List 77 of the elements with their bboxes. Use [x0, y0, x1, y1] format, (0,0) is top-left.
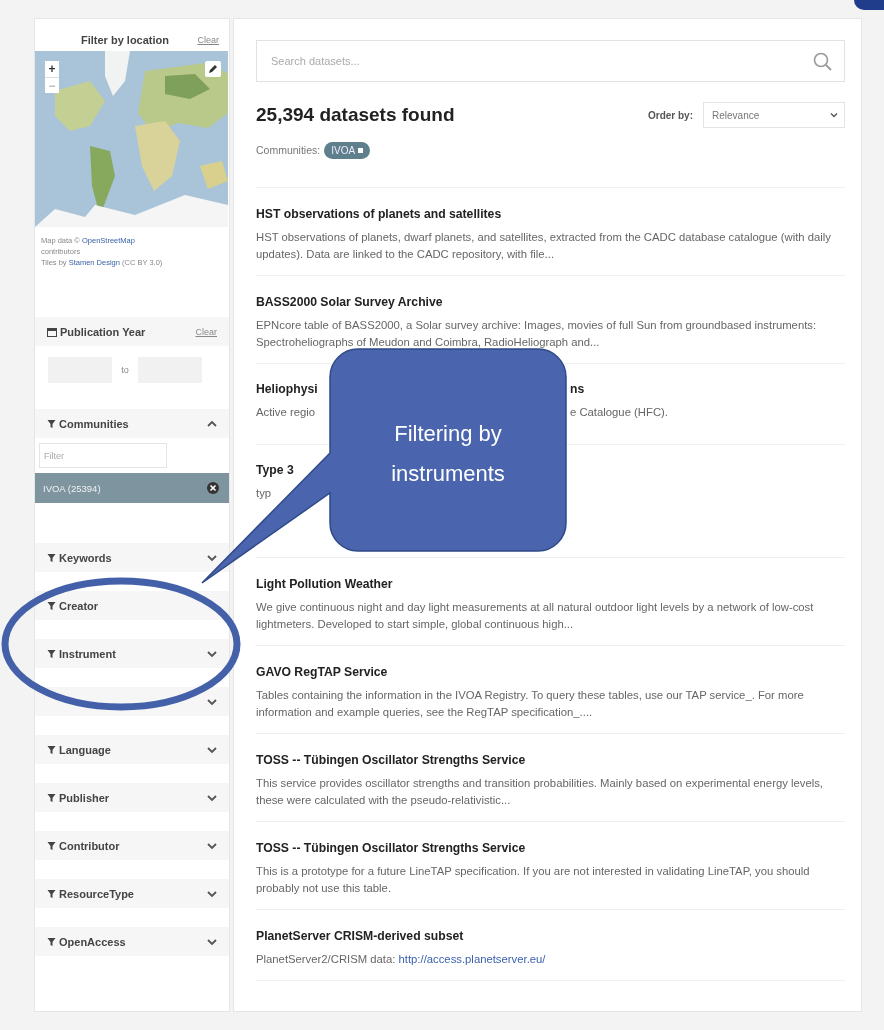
chevron-down-icon[interactable]	[207, 745, 217, 754]
result-description: This service provides oscillator strengths and transition probabilities. Mainly based on experimental energy levels, these were calculated with the pseudo-relativistic...	[256, 776, 824, 808]
chevron-down-icon[interactable]	[207, 889, 217, 898]
result-title[interactable]: PlanetServer CRISM-derived subset	[256, 927, 464, 945]
facet-title: Contributor	[59, 839, 120, 852]
result-title[interactable]: ns	[570, 380, 585, 398]
facet-header[interactable]: Publisher	[35, 783, 229, 812]
facet-title: Language	[59, 743, 111, 756]
funnel-icon	[47, 936, 56, 947]
draw-button[interactable]	[205, 61, 221, 77]
clear-link[interactable]: Clear	[197, 35, 219, 45]
clear-link[interactable]: Clear	[195, 326, 217, 337]
chevron-down-icon	[830, 112, 838, 118]
result-description: PlanetServer2/CRISM data: http://access.planetserver.eu/	[256, 952, 547, 967]
facet-title: Communities	[59, 417, 129, 430]
funnel-icon	[47, 648, 56, 659]
result-description: e Catalogue (HFC).	[570, 405, 668, 420]
result-title[interactable]: HST observations of planets and satellites	[256, 205, 502, 223]
facet-title: Instrument	[59, 647, 116, 660]
result-title[interactable]: Heliophysi	[256, 380, 318, 398]
facet-title: Keywords	[59, 551, 112, 564]
facet-header[interactable]: Communities	[35, 409, 229, 438]
section-title: Publication Year	[60, 325, 146, 338]
funnel-icon	[47, 600, 56, 611]
corner-shape	[854, 0, 884, 10]
chevron-up-icon[interactable]	[207, 419, 217, 428]
filter-chip[interactable]: IVOA	[324, 141, 371, 159]
facet-header[interactable]: Creator	[35, 591, 229, 620]
result-title[interactable]: TOSS -- Tübingen Oscillator Strengths Service	[256, 839, 526, 857]
search-field[interactable]: Search datasets...	[256, 40, 845, 82]
facet-header[interactable]: Contributor	[35, 831, 229, 860]
order-label: Order by:	[648, 109, 693, 121]
facet-header[interactable]: Language	[35, 735, 229, 764]
search-icon[interactable]	[813, 52, 832, 71]
funnel-icon	[47, 744, 56, 755]
result-description: typ	[256, 486, 272, 501]
range-separator: to	[120, 364, 130, 375]
funnel-icon	[47, 552, 56, 563]
result-link[interactable]: http://access.planetserver.eu/	[398, 953, 546, 965]
order-select[interactable]: Relevance	[703, 102, 845, 128]
facet-header[interactable]: Instrument	[35, 639, 229, 668]
result-title[interactable]: TOSS -- Tübingen Oscillator Strengths Service	[256, 751, 526, 769]
chevron-down-icon[interactable]	[207, 937, 217, 946]
result-title[interactable]: GAVO RegTAP Service	[256, 663, 388, 681]
result-title[interactable]: Type 3	[256, 461, 294, 479]
chevron-down-icon[interactable]	[207, 793, 217, 802]
pencil-icon	[208, 64, 218, 74]
funnel-icon	[47, 792, 56, 803]
result-title[interactable]: BASS2000 Solar Survey Archive	[256, 293, 443, 311]
result-description: HST observations of planets, dwarf planets, and satellites, extracted from the CADC database catalogue (with daily updates). Data are linked to the CADC repository, with file...	[256, 230, 832, 262]
facet-title: Publisher	[59, 791, 110, 804]
facet-value-label: IVOA (25394)	[43, 482, 101, 494]
facet-header[interactable]: Keywords	[35, 543, 229, 572]
results-heading: 25,394 datasets found	[256, 104, 455, 126]
funnel-icon	[47, 418, 56, 429]
chevron-down-icon[interactable]	[207, 553, 217, 562]
facet-title: OpenAccess	[59, 935, 126, 948]
filter-field[interactable]: Filter	[39, 443, 167, 468]
funnel-icon	[47, 888, 56, 899]
result-description: We give continuous night and day light measurements at all natural outdoor light levels by a network of low-cost lightmeters. Developed to start simple, global continuous high...	[256, 600, 815, 632]
result-description: EPNcore table of BASS2000, a Solar survey archive: Images, movies of full Sun from groundbased instruments: Spectroheliographs of Meudon and Coimbra, RadioHeliograph and...	[256, 318, 818, 350]
chevron-down-icon[interactable]	[207, 649, 217, 658]
facet-header[interactable]: OpenAccess	[35, 927, 229, 956]
result-description: Active regio	[256, 405, 316, 420]
result-description: This is a prototype for a future LineTAP specification. If you are not interested in validating LineTAP, you should probably not use this table.	[256, 864, 811, 896]
calendar-icon	[47, 326, 57, 337]
result-title[interactable]: Light Pollution Weather	[256, 575, 393, 593]
section-title: Filter by location	[81, 34, 169, 46]
facet-header[interactable]: ResourceType	[35, 879, 229, 908]
result-description: Tables containing the information in the IVOA Registry. To query these tables, use our TAP service_. For more information and example queries, see the RegTAP specification_....	[256, 688, 805, 720]
filter-label: Communities:	[256, 144, 321, 156]
chevron-down-icon[interactable]	[207, 841, 217, 850]
facet-title: ResourceType	[59, 887, 134, 900]
chevron-down-icon[interactable]	[207, 697, 217, 706]
callout-text: Filtering by instruments	[390, 420, 506, 488]
funnel-icon	[47, 840, 56, 851]
facet-title: Creator	[59, 599, 99, 612]
